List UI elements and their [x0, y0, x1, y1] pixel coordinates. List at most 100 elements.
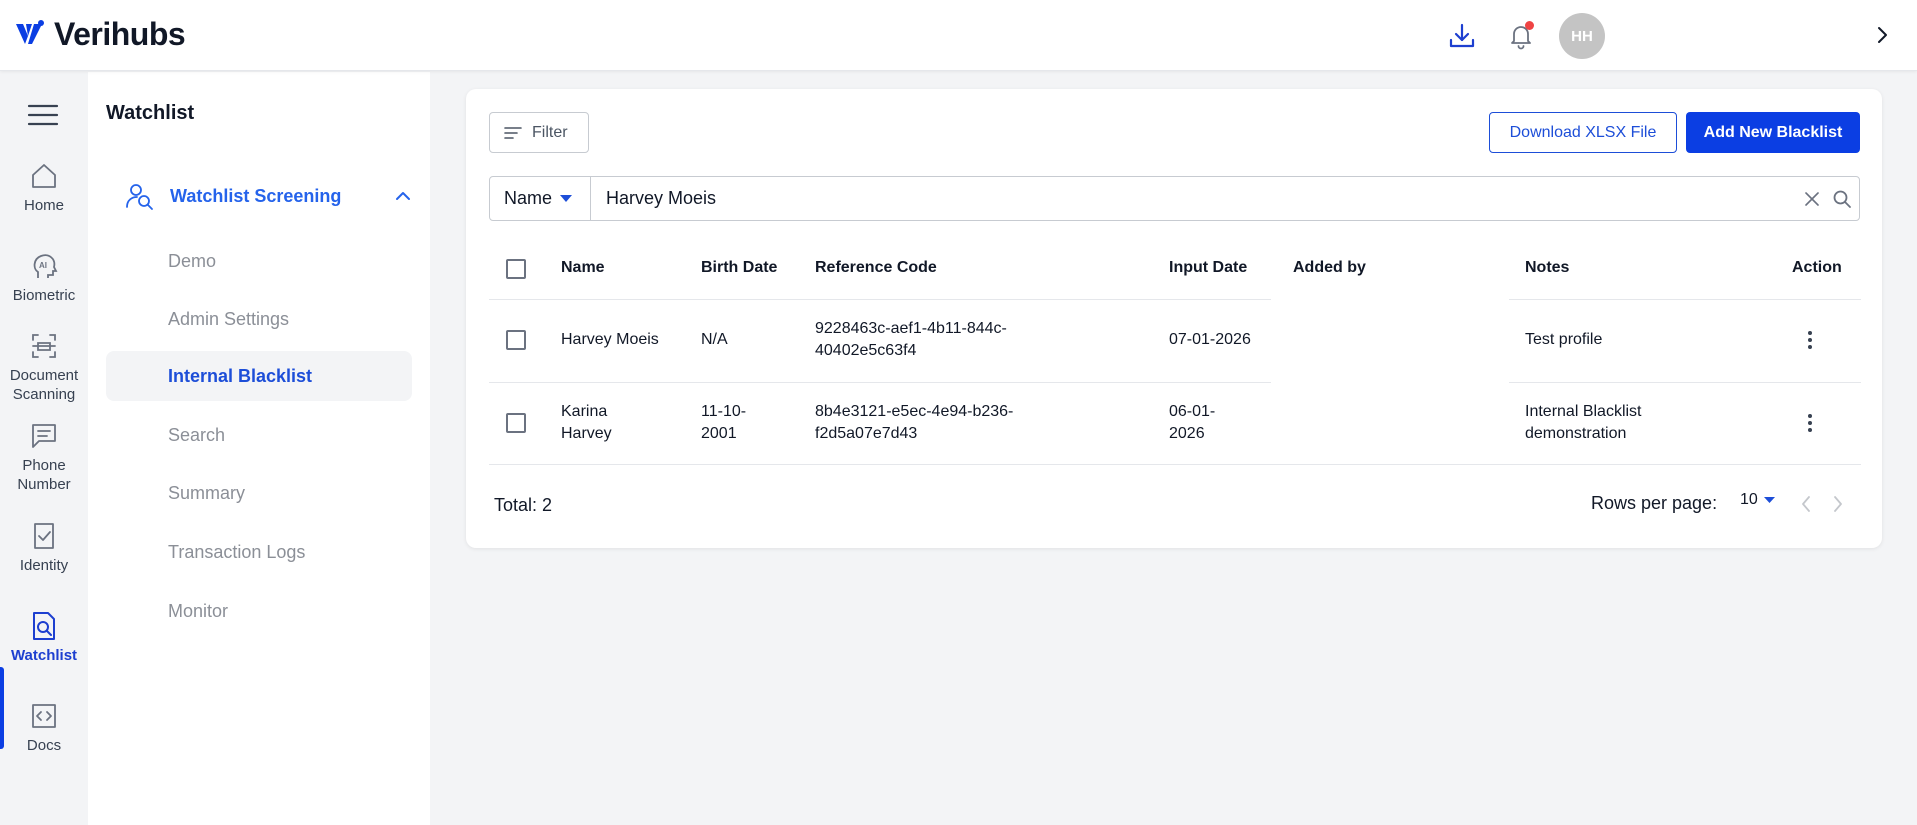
more-vertical-icon[interactable] — [1798, 411, 1822, 435]
cell-reference-code: 8b4e3121-e5ec-4e94-b236- f2d5a07e7d43 — [815, 401, 1013, 445]
cell-reference-code: 9228463c-aef1-4b11-844c- 40402e5c63f4 — [815, 318, 1007, 362]
rail-item-watchlist[interactable]: Watchlist — [0, 610, 88, 665]
total-count: Total: 2 — [494, 495, 553, 515]
rows-per-page-label: Rows per page: — [1591, 493, 1718, 513]
rail-item-home[interactable]: Home — [0, 160, 88, 215]
more-vertical-icon[interactable] — [1798, 328, 1822, 352]
rail-item-biometric[interactable]: AI Biometric — [0, 250, 88, 305]
search-bar: Name — [489, 176, 1860, 221]
brand-name: Verihubs — [54, 16, 186, 52]
input-date-line: 2026 — [1169, 425, 1205, 442]
rail-item-phone-number[interactable]: Phone Number — [0, 420, 88, 494]
rail-item-label: Document Scanning — [9, 367, 79, 403]
user-search-icon — [126, 184, 153, 210]
subnav-item-monitor[interactable]: Monitor — [106, 586, 412, 636]
cell-name: Harvey Moeis — [561, 331, 659, 348]
next-page-icon[interactable] — [1826, 492, 1850, 516]
home-icon — [28, 160, 60, 192]
notes-line: demonstration — [1525, 425, 1627, 442]
chevron-right-icon[interactable] — [1869, 22, 1895, 48]
filter-label: Filter — [532, 123, 568, 141]
brand[interactable]: Verihubs — [14, 16, 186, 52]
birth-date-line: 2001 — [701, 425, 737, 442]
row-checkbox[interactable] — [506, 413, 526, 433]
column-header-birth-date[interactable]: Birth Date — [701, 257, 777, 279]
caret-down-icon — [1763, 496, 1775, 503]
reference-code-line: 40402e5c63f4 — [815, 342, 917, 359]
left-rail: Home AI Biometric Document Scanning Phon… — [0, 72, 88, 825]
notification-dot — [1525, 21, 1534, 30]
subnav-item-demo[interactable]: Demo — [106, 236, 412, 286]
clear-icon[interactable] — [1799, 177, 1825, 220]
reference-code-line: f2d5a07e7d43 — [815, 425, 918, 442]
reference-code-line: 8b4e3121-e5ec-4e94-b236- — [815, 403, 1014, 420]
caret-down-icon — [560, 194, 573, 202]
subnav-item-search[interactable]: Search — [106, 410, 412, 460]
watchlist-screening-group[interactable]: Watchlist Screening — [124, 176, 414, 216]
verihubs-logo-icon — [16, 20, 44, 44]
cell-notes: Internal Blacklist demonstration — [1525, 401, 1642, 445]
table-header-row: Name Birth Date Reference Code Input Dat… — [489, 239, 1861, 299]
filter-lines-icon — [504, 126, 522, 139]
rail-item-label: Identity — [19, 557, 69, 574]
add-new-blacklist-button[interactable]: Add New Blacklist — [1686, 112, 1860, 153]
group-label: Watchlist Screening — [170, 185, 342, 206]
hamburger-menu-icon[interactable] — [26, 102, 60, 128]
notification-bell-icon[interactable] — [1501, 16, 1541, 56]
cell-notes: Test profile — [1525, 331, 1603, 348]
message-icon — [28, 420, 60, 452]
input-date-line: 06-01- — [1169, 403, 1216, 420]
download-icon[interactable] — [1442, 16, 1482, 56]
cell-name: Karina Harvey — [561, 401, 612, 445]
reference-code-line: 9228463c-aef1-4b11-844c- — [815, 320, 1007, 337]
top-header: Verihubs HH — [0, 0, 1917, 71]
table-row[interactable]: Karina Harvey 11-10- 2001 8b4e3121-e5ec-… — [489, 382, 1861, 464]
subnav-title: Watchlist — [106, 102, 195, 124]
column-header-reference-code[interactable]: Reference Code — [815, 257, 937, 279]
column-header-input-date[interactable]: Input Date — [1169, 257, 1247, 279]
cell-birth-date: 11-10- 2001 — [701, 401, 746, 445]
search-field-select[interactable]: Name — [490, 177, 591, 220]
column-header-notes[interactable]: Notes — [1525, 257, 1569, 279]
search-icon[interactable] — [1825, 177, 1859, 220]
filter-button[interactable]: Filter — [489, 112, 589, 153]
search-input[interactable] — [591, 177, 1799, 220]
search-field-value: Name — [504, 188, 553, 208]
svg-text:AI: AI — [39, 261, 47, 270]
avatar[interactable]: HH — [1559, 13, 1605, 59]
cell-birth-date: N/A — [701, 331, 728, 348]
rail-item-docs[interactable]: Docs — [0, 700, 88, 755]
rows-per-page-value: 10 — [1740, 491, 1758, 508]
rail-item-identity[interactable]: Identity — [0, 520, 88, 575]
birth-date-line: 11-10- — [701, 403, 747, 420]
select-all-checkbox[interactable] — [506, 259, 526, 279]
column-header-added-by[interactable]: Added by — [1293, 257, 1366, 279]
code-icon — [28, 700, 60, 732]
watchlist-subnav: Watchlist Watchlist Screening Demo Admin… — [88, 72, 430, 825]
subnav-item-transaction-logs[interactable]: Transaction Logs — [106, 527, 412, 577]
column-header-name[interactable]: Name — [561, 257, 605, 279]
rail-item-label: Biometric — [12, 287, 76, 304]
cell-input-date: 07-01-2026 — [1169, 331, 1251, 348]
subnav-item-summary[interactable]: Summary — [106, 468, 412, 518]
watchlist-icon — [28, 610, 60, 642]
notes-line: Internal Blacklist — [1525, 403, 1642, 420]
cell-input-date: 06-01- 2026 — [1169, 401, 1215, 445]
subnav-item-internal-blacklist[interactable]: Internal Blacklist — [106, 351, 412, 401]
table-row[interactable]: Harvey Moeis N/A 9228463c-aef1-4b11-844c… — [489, 299, 1861, 382]
download-xlsx-button[interactable]: Download XLSX File — [1489, 112, 1677, 153]
id-check-icon — [28, 520, 60, 552]
rail-item-document-scanning[interactable]: Document Scanning — [0, 330, 88, 404]
rail-item-label: Phone Number — [17, 457, 71, 493]
previous-page-icon[interactable] — [1794, 492, 1818, 516]
rail-item-label: Docs — [26, 737, 62, 754]
name-line: Harvey — [561, 425, 612, 442]
rows-per-page-select[interactable]: 10 — [1740, 491, 1775, 509]
name-line: Karina — [561, 403, 608, 420]
row-checkbox[interactable] — [506, 330, 526, 350]
ai-face-icon: AI — [28, 250, 60, 282]
column-header-action: Action — [1792, 259, 1842, 276]
chevron-up-icon[interactable] — [392, 185, 414, 207]
subnav-item-admin-settings[interactable]: Admin Settings — [106, 294, 412, 344]
rail-item-label: Home — [23, 197, 64, 214]
